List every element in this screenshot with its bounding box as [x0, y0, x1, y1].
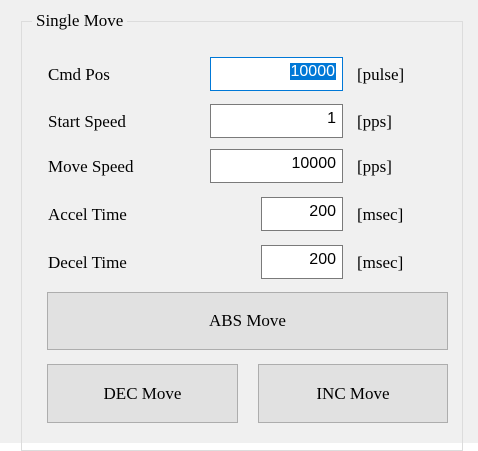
dec-move-label: DEC Move: [103, 383, 182, 403]
single-move-panel: Single Move Cmd Pos 10000 [pulse] Start …: [0, 0, 478, 451]
accel-time-label: Accel Time: [48, 205, 127, 224]
cmd-pos-value: 10000: [289, 63, 336, 80]
start-speed-value: 1: [327, 110, 336, 127]
move-speed-input[interactable]: 10000: [210, 149, 343, 183]
move-speed-value: 10000: [291, 155, 337, 172]
inc-move-label: INC Move: [316, 383, 390, 403]
decel-time-label: Decel Time: [48, 253, 127, 272]
accel-time-unit: [msec]: [357, 205, 404, 224]
decel-time-value: 200: [309, 251, 336, 268]
move-speed-label: Move Speed: [48, 157, 134, 176]
inc-move-button[interactable]: INC Move: [258, 364, 448, 423]
cmd-pos-unit: [pulse]: [357, 65, 405, 84]
start-speed-input[interactable]: 1: [210, 104, 343, 138]
accel-time-input[interactable]: 200: [261, 197, 343, 231]
groupbox-title: Single Move: [32, 11, 128, 31]
start-speed-unit: [pps]: [357, 112, 392, 131]
accel-time-value: 200: [309, 203, 336, 220]
abs-move-button[interactable]: ABS Move: [47, 292, 448, 350]
abs-move-label: ABS Move: [209, 311, 286, 330]
decel-time-unit: [msec]: [357, 253, 404, 272]
decel-time-input[interactable]: 200: [261, 245, 343, 279]
move-speed-unit: [pps]: [357, 157, 392, 176]
dec-move-button[interactable]: DEC Move: [47, 364, 238, 423]
cmd-pos-label: Cmd Pos: [48, 65, 110, 84]
cmd-pos-input[interactable]: 10000: [210, 57, 343, 91]
start-speed-label: Start Speed: [48, 112, 126, 131]
